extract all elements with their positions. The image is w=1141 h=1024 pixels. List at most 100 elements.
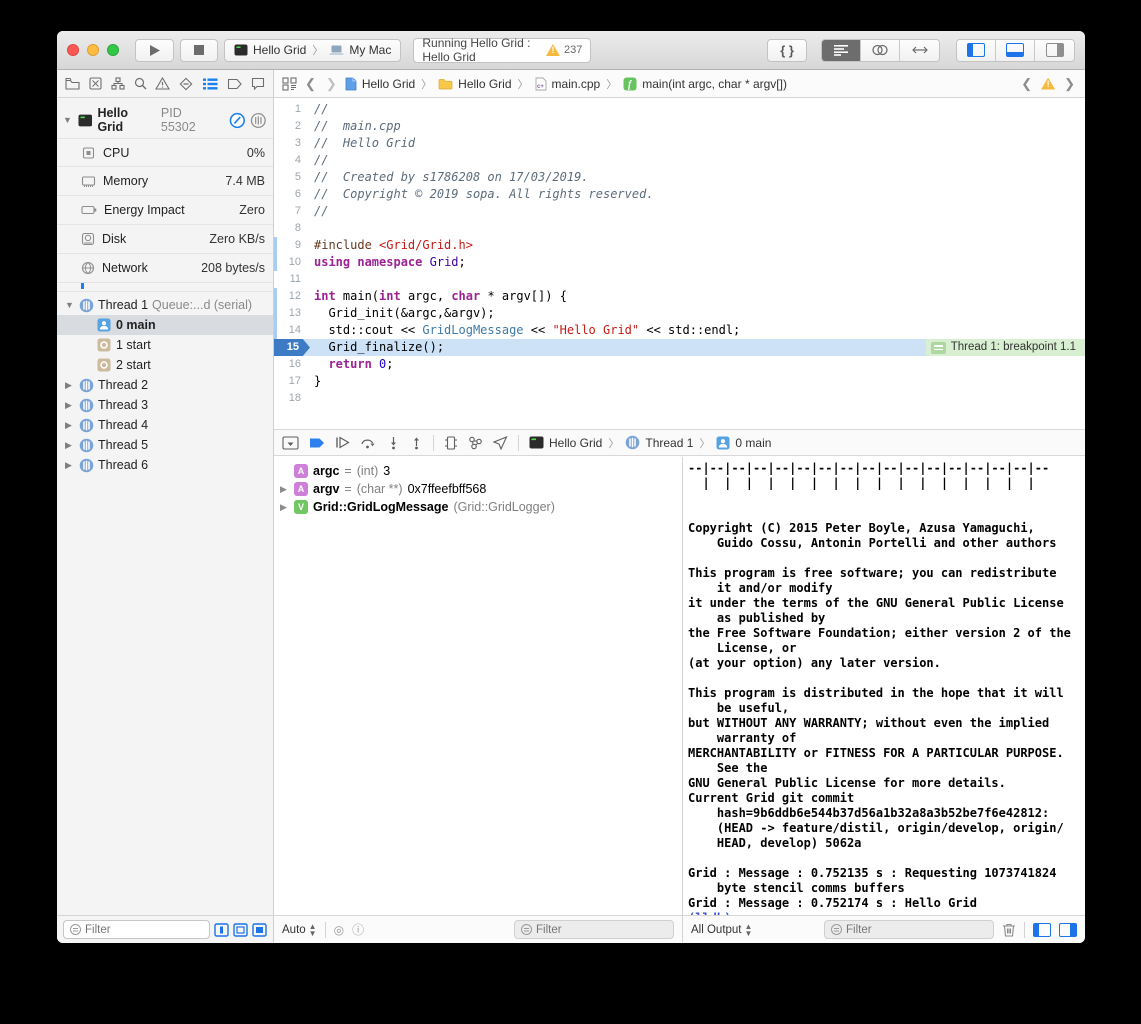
source-editor[interactable]: 1//2// main.cpp3// Hello Grid4//5// Crea…	[274, 98, 1085, 429]
standard-editor-button[interactable]	[822, 40, 861, 61]
stack-frame-row[interactable]: 2 start	[57, 355, 273, 375]
thread-row[interactable]: ▼Thread 1Queue:...d (serial)	[57, 295, 273, 315]
debug-memory-graph-button[interactable]	[468, 436, 483, 450]
line-number[interactable]: 12	[274, 288, 310, 305]
stack-frame-row[interactable]: 0 main	[57, 315, 273, 335]
line-number[interactable]: 17	[274, 373, 310, 390]
console-filter-field[interactable]	[824, 920, 994, 939]
filter-stack-frames-button[interactable]	[233, 923, 248, 937]
disclosure-triangle-icon[interactable]: ▶	[65, 400, 75, 411]
back-button[interactable]: ❮	[303, 76, 318, 92]
navigator-filter-field[interactable]	[63, 920, 210, 939]
thread-row[interactable]: ▶Thread 4	[57, 415, 273, 435]
info-icon[interactable]: ⓘ	[352, 921, 364, 938]
line-number[interactable]: 6	[274, 186, 310, 203]
jumpbar-item[interactable]: Hello Grid	[438, 77, 511, 91]
console-output[interactable]: --|--|--|--|--|--|--|--|--|--|--|--|--|-…	[682, 457, 1085, 915]
line-number[interactable]: 9	[274, 237, 310, 254]
navigator-filter-input[interactable]	[85, 924, 203, 936]
forward-button[interactable]: ❯	[324, 76, 339, 92]
thread-row[interactable]: ▶Thread 5	[57, 435, 273, 455]
issue-warning-icon[interactable]	[1041, 78, 1055, 90]
debug-view-hierarchy-button[interactable]	[444, 436, 458, 450]
variables-scope-selector[interactable]: Auto ▲▼	[282, 923, 317, 937]
breakpoint-marker[interactable]: 15	[274, 339, 310, 356]
assistant-editor-button[interactable]	[861, 40, 900, 61]
warning-count-badge[interactable]: 237	[546, 44, 582, 56]
line-number[interactable]: 3	[274, 135, 310, 152]
scheme-selector[interactable]: Hello Grid 〉 My Mac	[224, 39, 401, 62]
stop-button[interactable]	[180, 39, 218, 62]
disclosure-triangle-icon[interactable]: ▼	[65, 300, 75, 310]
version-editor-button[interactable]	[900, 40, 939, 61]
step-out-button[interactable]	[410, 436, 423, 450]
filter-running-button[interactable]	[214, 923, 229, 937]
debugbar-crumb[interactable]: Hello Grid	[529, 436, 602, 450]
console-scope-selector[interactable]: All Output ▲▼	[691, 923, 752, 937]
breakpoint-annotation[interactable]: Thread 1: breakpoint 1.1	[926, 339, 1085, 356]
find-navigator-tab[interactable]	[134, 77, 147, 90]
toggle-debug-panel-button[interactable]	[996, 40, 1035, 61]
line-number[interactable]: 14	[274, 322, 310, 339]
step-over-button[interactable]	[360, 436, 377, 449]
report-navigator-tab[interactable]	[251, 77, 265, 90]
activity-viewer[interactable]: Running Hello Grid : Hello Grid 237	[413, 38, 591, 63]
line-number[interactable]: 18	[274, 390, 310, 407]
variables-filter-input[interactable]	[536, 924, 667, 936]
gauge-row-disk[interactable]: DiskZero KB/s	[57, 225, 273, 254]
next-issue-button[interactable]: ❯	[1062, 76, 1077, 92]
debugbar-crumb[interactable]: Thread 1	[625, 435, 693, 450]
toggle-inspector-panel-button[interactable]	[1035, 40, 1074, 61]
console-filter-input[interactable]	[846, 924, 987, 936]
line-number[interactable]: 10	[274, 254, 310, 271]
thread-row[interactable]: ▶Thread 6	[57, 455, 273, 475]
hide-debug-area-button[interactable]	[282, 436, 299, 450]
gauge-row-memory[interactable]: Memory7.4 MB	[57, 167, 273, 196]
gauge-row-cpu[interactable]: CPU0%	[57, 138, 273, 167]
quicklook-icon[interactable]: ◎	[334, 923, 344, 937]
jumpbar-item[interactable]: c+main.cpp	[535, 77, 601, 91]
disclosure-triangle-icon[interactable]: ▶	[65, 440, 75, 451]
run-button[interactable]	[135, 39, 174, 62]
disclosure-triangle-icon[interactable]: ▶	[280, 502, 289, 513]
simulate-location-button[interactable]	[493, 436, 508, 450]
variables-filter-field[interactable]	[514, 920, 674, 939]
clear-console-button[interactable]	[1002, 922, 1016, 937]
debug-navigator-tab[interactable]	[202, 78, 218, 90]
line-number[interactable]: 8	[274, 220, 310, 237]
disclosure-triangle-icon[interactable]: ▶	[65, 380, 75, 391]
close-window-button[interactable]	[67, 44, 79, 56]
related-items-icon[interactable]	[282, 77, 297, 91]
line-number[interactable]: 4	[274, 152, 310, 169]
disclosure-triangle-icon[interactable]: ▶	[65, 460, 75, 471]
library-button[interactable]: { }	[767, 39, 807, 62]
pause-process-button[interactable]	[229, 112, 246, 129]
variable-row[interactable]: ▶Aargv=(char **)0x7ffeefbff568	[280, 480, 682, 498]
variable-row[interactable]: Aargc=(int)3	[280, 462, 682, 480]
breakpoint-navigator-tab[interactable]	[227, 78, 242, 90]
line-number[interactable]: 13	[274, 305, 310, 322]
project-navigator-tab[interactable]	[65, 77, 80, 90]
stack-frame-row[interactable]: 1 start	[57, 335, 273, 355]
jumpbar-item[interactable]: fmain(int argc, char * argv[])	[623, 77, 787, 91]
filter-crashed-button[interactable]	[252, 923, 267, 937]
jumpbar-item[interactable]: Hello Grid	[345, 77, 415, 91]
line-number[interactable]: 11	[274, 271, 310, 288]
thread-row[interactable]: ▶Thread 3	[57, 395, 273, 415]
gauge-row-energy-impact[interactable]: Energy ImpactZero	[57, 196, 273, 225]
zoom-window-button[interactable]	[107, 44, 119, 56]
issue-navigator-tab[interactable]	[155, 77, 170, 90]
line-number[interactable]: 7	[274, 203, 310, 220]
source-control-navigator-tab[interactable]	[89, 77, 102, 90]
gauge-row-network[interactable]: Network208 bytes/s	[57, 254, 273, 283]
toggle-navigator-panel-button[interactable]	[957, 40, 996, 61]
toggle-console-view-button[interactable]	[1059, 923, 1077, 937]
view-mode-button[interactable]	[250, 112, 267, 129]
test-navigator-tab[interactable]	[179, 77, 193, 91]
disclosure-triangle-icon[interactable]: ▼	[63, 115, 73, 125]
variable-row[interactable]: ▶VGrid::GridLogMessage(Grid::GridLogger)	[280, 498, 682, 516]
disclosure-triangle-icon[interactable]: ▶	[65, 420, 75, 431]
line-number[interactable]: 5	[274, 169, 310, 186]
thread-row[interactable]: ▶Thread 2	[57, 375, 273, 395]
debugbar-crumb[interactable]: 0 main	[716, 436, 771, 450]
